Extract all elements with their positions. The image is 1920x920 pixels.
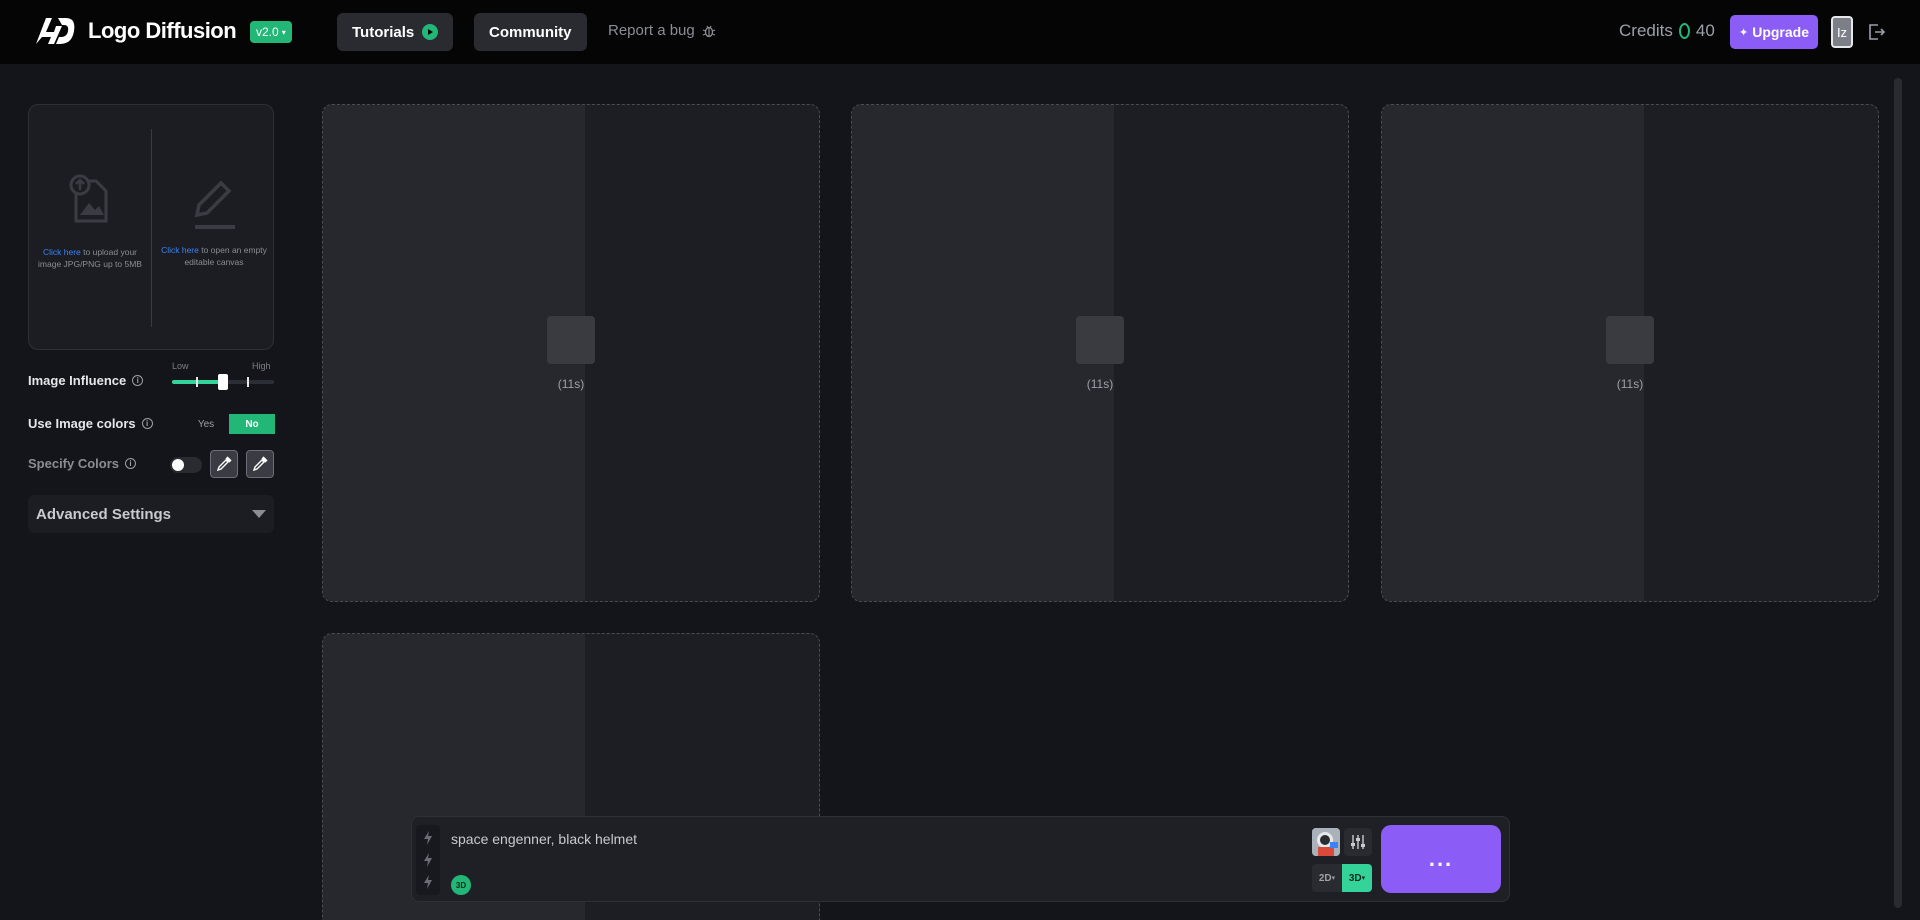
image-upload-icon (69, 174, 108, 223)
slider-thumb[interactable] (218, 374, 228, 390)
specify-colors-switch[interactable] (170, 457, 202, 473)
slider-high-label: High (252, 361, 271, 371)
slider-tick (196, 377, 198, 387)
upload-divider (151, 129, 152, 327)
image-card[interactable]: (11s) (322, 104, 820, 602)
sliders-icon (1351, 835, 1365, 849)
image-card[interactable]: (11s) (851, 104, 1349, 602)
specify-colors-row: Specify Colors i (28, 456, 137, 471)
use-image-colors-row: Use Image colors i (28, 416, 153, 431)
advanced-settings-toggle[interactable]: Advanced Settings (28, 495, 274, 533)
prompt-bar: space engenner, black helmet 3D 2D ▾ 3D ▾ (411, 816, 1510, 902)
image-influence-row: Image Influence i (28, 373, 144, 388)
info-icon[interactable]: i (132, 375, 144, 386)
astronaut-thumbnail-icon (1312, 828, 1340, 856)
card-placeholder (323, 105, 585, 601)
mode-2d-label: 2D (1318, 872, 1332, 884)
brand[interactable]: Logo Diffusion (32, 14, 237, 48)
image-card[interactable]: (11s) (1381, 104, 1879, 602)
tutorials-label: Tutorials (352, 23, 415, 41)
use-image-colors-toggle: Yes No (183, 414, 275, 434)
bolt-icon (424, 875, 432, 889)
open-canvas-text: Click here to open an empty editable can… (159, 244, 269, 268)
community-label: Community (489, 23, 572, 41)
upgrade-label: Upgrade (1752, 24, 1809, 40)
credits-value: 40 (1695, 21, 1715, 40)
specify-colors-label: Specify Colors (28, 456, 120, 471)
generate-button[interactable]: ... (1381, 825, 1501, 893)
mode-2d-button[interactable]: 2D ▾ (1312, 864, 1342, 892)
generation-time: (11s) (1086, 377, 1114, 391)
pencil-icon (194, 180, 235, 229)
report-bug-label: Report a bug (608, 22, 695, 39)
use-image-colors-label: Use Image colors (28, 416, 136, 431)
prompt-input[interactable]: space engenner, black helmet (451, 831, 637, 847)
caret-down-icon (252, 510, 266, 518)
scrollbar[interactable] (1894, 78, 1902, 908)
yes-option[interactable]: Yes (183, 414, 229, 434)
mode-3d-label: 3D (1348, 872, 1362, 884)
open-canvas-area[interactable]: Click here to open an empty editable can… (159, 177, 269, 268)
advanced-settings-label: Advanced Settings (36, 505, 172, 523)
color-picker-button[interactable] (246, 450, 274, 478)
report-bug-link[interactable]: Report a bug (608, 22, 716, 39)
quality-selector[interactable] (416, 825, 440, 895)
credits-label: Credits (1619, 21, 1673, 40)
generation-time: (11s) (1616, 377, 1644, 391)
style-tag[interactable]: 3D (451, 875, 471, 895)
tutorials-button[interactable]: Tutorials (337, 13, 454, 51)
upgrade-button[interactable]: ✦ Upgrade (1730, 15, 1818, 49)
card-placeholder (1382, 105, 1644, 601)
bolt-icon (424, 853, 432, 867)
info-icon[interactable]: i (125, 458, 137, 469)
generation-time: (11s) (557, 377, 585, 391)
slider-low-label: Low (172, 361, 189, 371)
loading-indicator (1076, 316, 1124, 364)
color-picker-button[interactable] (210, 450, 238, 478)
upload-image-area[interactable]: Click here to upload your image JPG/PNG … (37, 171, 143, 270)
loading-indicator (547, 316, 595, 364)
bolt-icon (424, 831, 432, 845)
upload-card: Click here to upload your image JPG/PNG … (28, 104, 274, 350)
image-influence-label: Image Influence (28, 373, 127, 388)
version-badge[interactable]: v2.0 ▾ (250, 21, 292, 43)
card-placeholder (852, 105, 1114, 601)
chevron-down-icon: ▾ (281, 27, 286, 37)
switch-knob (172, 459, 184, 471)
coin-icon (1678, 23, 1690, 39)
mode-3d-button[interactable]: 3D ▾ (1342, 864, 1372, 892)
sparkle-icon: ✦ (1738, 26, 1749, 39)
info-icon[interactable]: i (141, 418, 153, 429)
logout-icon[interactable] (1866, 22, 1886, 42)
play-icon (422, 24, 439, 40)
credits: Credits 40 (1619, 21, 1715, 41)
upload-image-text: Click here to upload your image JPG/PNG … (37, 246, 143, 270)
eyedropper-icon (216, 456, 232, 472)
version-label: v2.0 (256, 25, 279, 39)
bug-icon (702, 25, 715, 37)
top-bar: Logo Diffusion v2.0 ▾ Tutorials Communit… (0, 0, 1920, 64)
slider-tick (247, 377, 249, 387)
upload-click-here-link[interactable]: Click here (43, 247, 81, 257)
settings-sliders-button[interactable] (1344, 828, 1372, 856)
image-influence-slider[interactable] (172, 374, 274, 390)
eyedropper-icon (252, 456, 268, 472)
canvas-click-here-link[interactable]: Click here (161, 245, 199, 255)
style-reference-thumbnail[interactable] (1312, 828, 1340, 856)
logo-icon (36, 18, 75, 44)
community-button[interactable]: Community (474, 13, 587, 51)
brand-name: Logo Diffusion (88, 18, 237, 43)
loading-indicator (1606, 316, 1654, 364)
avatar[interactable]: Iz (1831, 16, 1853, 48)
no-option[interactable]: No (229, 414, 275, 434)
